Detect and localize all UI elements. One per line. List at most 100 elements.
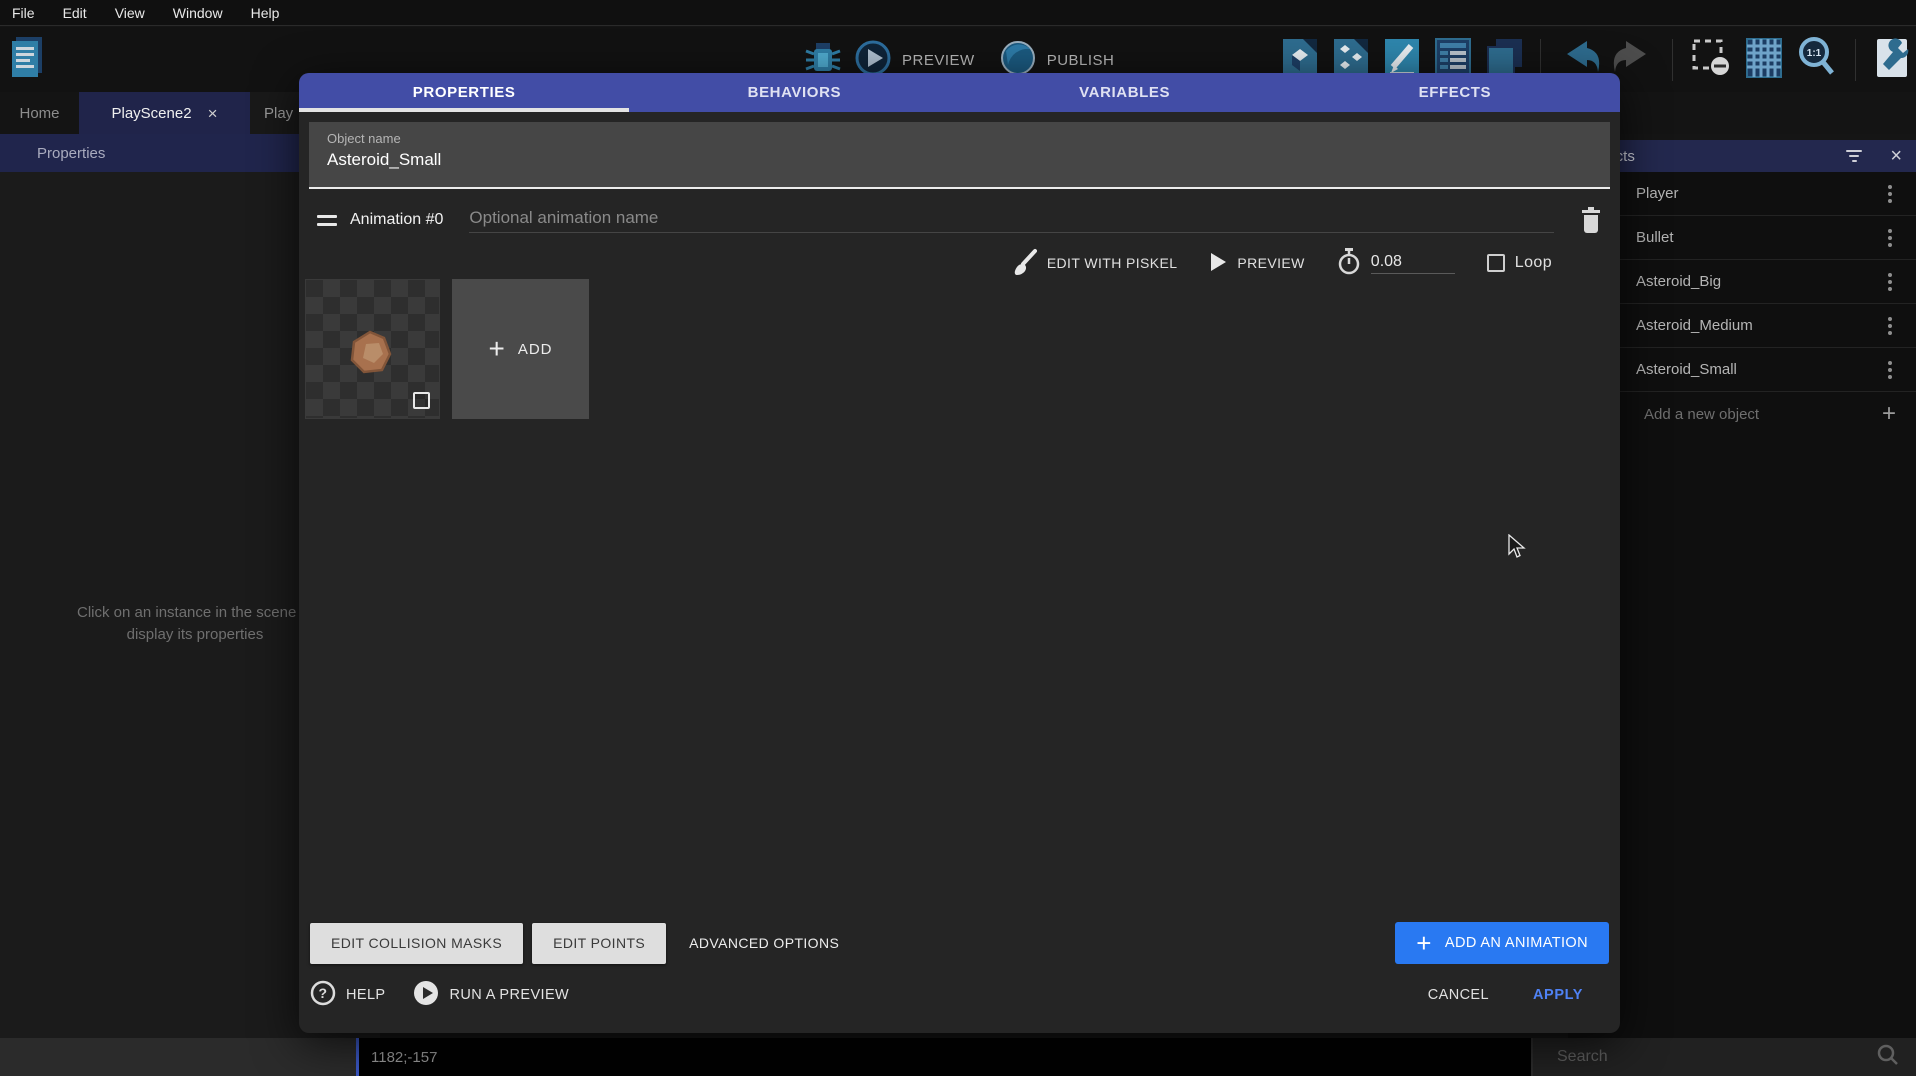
- menu-window[interactable]: Window: [173, 5, 223, 21]
- kebab-menu-icon[interactable]: [1888, 273, 1892, 291]
- tab-playscene2-label: PlayScene2: [112, 105, 192, 122]
- menu-help[interactable]: Help: [251, 5, 280, 21]
- kebab-menu-icon[interactable]: [1888, 361, 1892, 379]
- properties-panel-title: Properties: [37, 145, 105, 162]
- tab-variables[interactable]: VARIABLES: [960, 73, 1290, 112]
- toolbar-separator: [1855, 39, 1856, 81]
- object-row-label: Asteroid_Small: [1636, 361, 1737, 378]
- dialog-footer: ? HELP RUN A PREVIEW CANCEL APPLY: [310, 979, 1609, 1011]
- tab-properties[interactable]: PROPERTIES: [299, 73, 629, 112]
- asteroid-sprite: [346, 328, 394, 381]
- play-icon: [1209, 252, 1227, 275]
- object-row-asteroid-small[interactable]: Asteroid_Small: [1568, 348, 1916, 392]
- add-animation-button[interactable]: + ADD AN ANIMATION: [1395, 922, 1609, 964]
- frame-time-input[interactable]: [1371, 253, 1455, 274]
- grid-icon[interactable]: [1744, 35, 1784, 84]
- animation-title: Animation #0: [350, 211, 443, 229]
- menu-view[interactable]: View: [115, 5, 145, 21]
- status-bar: 1182;-157: [0, 1038, 1916, 1076]
- project-manager-icon[interactable]: [8, 33, 46, 86]
- run-preview-label: RUN A PREVIEW: [449, 987, 569, 1003]
- cancel-button[interactable]: CANCEL: [1416, 979, 1501, 1011]
- plus-icon: +: [488, 333, 505, 365]
- search-icon[interactable]: [1876, 1043, 1900, 1072]
- edit-points-button[interactable]: EDIT POINTS: [532, 923, 666, 964]
- help-icon: ?: [310, 980, 336, 1010]
- tab-playscene2[interactable]: PlayScene2 ×: [79, 92, 250, 134]
- preview-animation-label: PREVIEW: [1237, 255, 1304, 271]
- object-row-label: Asteroid_Medium: [1636, 317, 1753, 334]
- animation-name-input[interactable]: [469, 208, 1554, 233]
- svg-text:?: ?: [319, 985, 328, 1001]
- edit-with-piskel-label: EDIT WITH PISKEL: [1047, 255, 1178, 271]
- object-row-label: Player: [1636, 185, 1679, 202]
- menu-bar: File Edit View Window Help: [0, 0, 1916, 26]
- cursor-coordinates: 1182;-157: [356, 1038, 1531, 1076]
- properties-tools-icon[interactable]: [1872, 35, 1912, 84]
- add-frame-label: ADD: [518, 341, 553, 358]
- dialog-tab-bar: PROPERTIES BEHAVIORS VARIABLES EFFECTS: [299, 73, 1620, 112]
- mask-selection-icon[interactable]: [1689, 35, 1733, 84]
- edit-collision-masks-button[interactable]: EDIT COLLISION MASKS: [310, 923, 523, 964]
- object-editor-dialog: PROPERTIES BEHAVIORS VARIABLES EFFECTS O…: [299, 73, 1620, 1033]
- play-circle-icon: [413, 980, 439, 1010]
- close-icon[interactable]: ×: [1890, 146, 1902, 166]
- app-window: File Edit View Window Help: [0, 0, 1916, 1076]
- add-frame-button[interactable]: + ADD: [452, 279, 589, 419]
- kebab-menu-icon[interactable]: [1888, 229, 1892, 247]
- object-row-label: Asteroid_Big: [1636, 273, 1721, 290]
- delete-animation-button[interactable]: [1580, 207, 1602, 234]
- toolbar-separator: [1672, 39, 1673, 81]
- preview-button[interactable]: PREVIEW: [902, 52, 975, 69]
- help-button[interactable]: ? HELP: [310, 980, 385, 1010]
- add-animation-label: ADD AN ANIMATION: [1445, 935, 1588, 951]
- plus-icon: +: [1882, 400, 1896, 428]
- add-new-object-button[interactable]: Add a new object +: [1568, 392, 1916, 436]
- object-row-bullet[interactable]: Bullet: [1568, 216, 1916, 260]
- menu-edit[interactable]: Edit: [63, 5, 87, 21]
- dialog-action-row: EDIT COLLISION MASKS EDIT POINTS ADVANCE…: [310, 922, 1609, 964]
- frame-select-checkbox[interactable]: [413, 392, 430, 409]
- stopwatch-icon: [1337, 248, 1361, 279]
- search-box: [1533, 1038, 1916, 1076]
- tab-effects[interactable]: EFFECTS: [1290, 73, 1620, 112]
- objects-panel: Objects × Player Bullet Asteroid_Big Ast…: [1568, 140, 1916, 1038]
- loop-checkbox[interactable]: [1487, 254, 1505, 272]
- object-name-field: Object name: [309, 122, 1610, 189]
- filter-icon[interactable]: [1846, 150, 1862, 162]
- menu-file[interactable]: File: [12, 5, 35, 21]
- zoom-reset-icon[interactable]: 1:1: [1795, 35, 1839, 84]
- loop-label: Loop: [1515, 254, 1552, 272]
- edit-with-piskel-button[interactable]: EDIT WITH PISKEL: [1013, 248, 1178, 279]
- loop-control: Loop: [1487, 254, 1552, 272]
- tab-behaviors[interactable]: BEHAVIORS: [629, 73, 959, 112]
- search-input[interactable]: [1533, 1048, 1833, 1066]
- object-row-asteroid-big[interactable]: Asteroid_Big: [1568, 260, 1916, 304]
- object-row-asteroid-medium[interactable]: Asteroid_Medium: [1568, 304, 1916, 348]
- animation-header: Animation #0: [317, 203, 1602, 237]
- object-row-player[interactable]: Player: [1568, 172, 1916, 216]
- preview-animation-button[interactable]: PREVIEW: [1209, 252, 1304, 275]
- apply-button[interactable]: APPLY: [1521, 979, 1595, 1011]
- mouse-cursor: [1508, 534, 1526, 565]
- animation-controls: EDIT WITH PISKEL PREVIEW: [299, 247, 1620, 279]
- frame-thumbnail[interactable]: [305, 279, 440, 419]
- svg-text:1:1: 1:1: [1807, 48, 1822, 59]
- plus-icon: +: [1416, 930, 1432, 956]
- kebab-menu-icon[interactable]: [1888, 185, 1892, 203]
- add-new-object-label: Add a new object: [1644, 406, 1759, 423]
- run-preview-button[interactable]: RUN A PREVIEW: [413, 980, 569, 1010]
- frame-time-control: [1337, 248, 1455, 279]
- object-row-label: Bullet: [1636, 229, 1674, 246]
- help-label: HELP: [346, 987, 385, 1003]
- tab-home[interactable]: Home: [0, 92, 79, 134]
- object-name-input[interactable]: [327, 150, 1592, 170]
- drag-handle-icon[interactable]: [317, 215, 337, 226]
- tab-close-icon[interactable]: ×: [208, 105, 218, 122]
- object-name-label: Object name: [327, 131, 1592, 146]
- publish-button[interactable]: PUBLISH: [1047, 52, 1115, 69]
- advanced-options-button[interactable]: ADVANCED OPTIONS: [675, 923, 853, 964]
- brush-icon: [1013, 248, 1037, 279]
- animation-frames: + ADD: [305, 279, 589, 419]
- kebab-menu-icon[interactable]: [1888, 317, 1892, 335]
